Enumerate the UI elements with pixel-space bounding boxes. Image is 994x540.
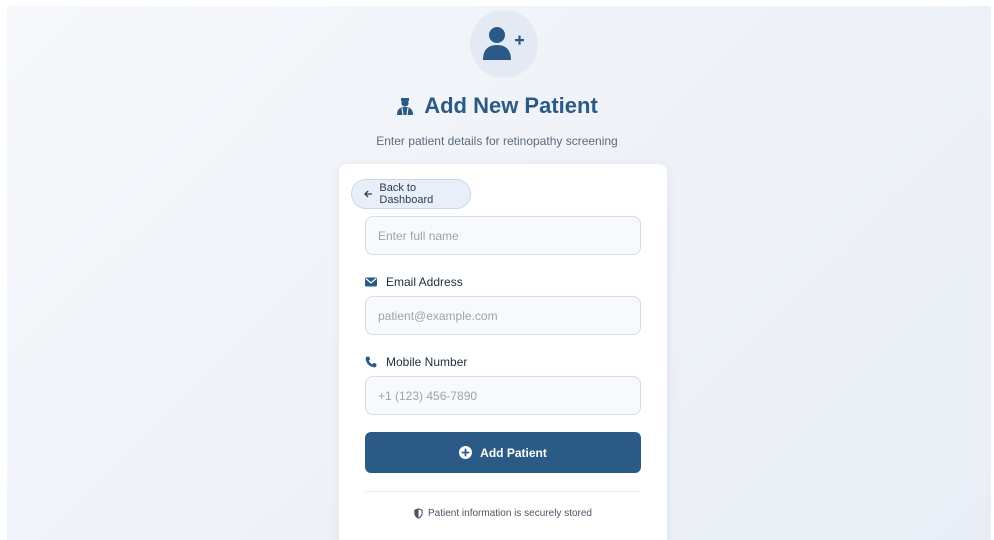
arrow-left-icon: [364, 190, 373, 198]
phone-icon: [365, 356, 377, 368]
page-title: Add New Patient: [7, 93, 991, 119]
avatar-badge: [470, 10, 538, 78]
email-label: Email Address: [365, 275, 463, 289]
page-subtitle: Enter patient details for retinopathy sc…: [376, 134, 618, 148]
add-patient-button-label: Add Patient: [480, 445, 547, 460]
plus-circle-icon: [459, 446, 473, 459]
user-doctor-icon: [397, 98, 414, 116]
back-to-dashboard-button[interactable]: Back to Dashboard: [351, 179, 471, 209]
secure-note-text: Patient information is securely stored: [428, 508, 592, 519]
page-title-text: Add New Patient: [424, 93, 598, 118]
secure-storage-note: Patient information is securely stored: [365, 508, 641, 519]
back-button-label: Back to Dashboard: [379, 182, 434, 206]
mobile-input[interactable]: [365, 376, 641, 415]
page-background: Add New Patient Enter patient details fo…: [7, 6, 991, 540]
email-input[interactable]: [365, 296, 641, 335]
form-divider: [365, 491, 641, 492]
patient-form-card: Back to Dashboard Email Address Mobile N…: [339, 164, 667, 540]
add-patient-button[interactable]: Add Patient: [365, 432, 641, 473]
mobile-label: Mobile Number: [365, 355, 467, 369]
shield-icon: [414, 508, 423, 519]
email-label-text: Email Address: [386, 275, 463, 289]
envelope-icon: [365, 277, 377, 287]
mobile-label-text: Mobile Number: [386, 355, 468, 369]
full-name-input[interactable]: [365, 216, 641, 255]
user-plus-icon: [483, 27, 524, 60]
